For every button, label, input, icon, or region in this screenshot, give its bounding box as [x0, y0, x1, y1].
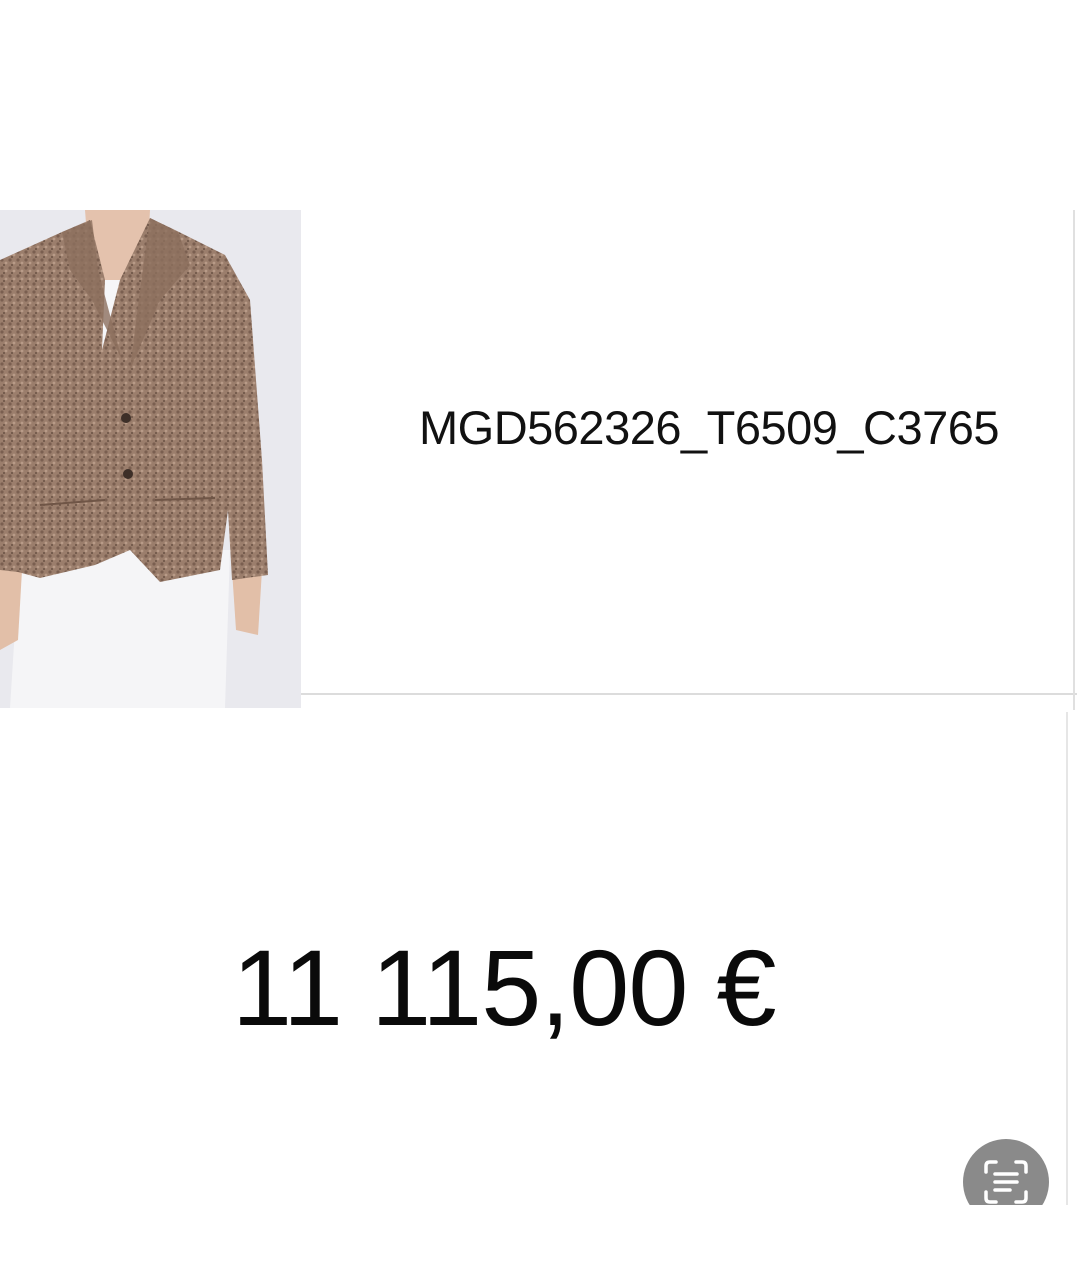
- bottom-area: [0, 1205, 1080, 1280]
- product-page: MGD562326_T6509_C3765 11 115,00 €: [0, 0, 1080, 1280]
- jacket-photo: [0, 210, 301, 708]
- table-divider: [301, 693, 1077, 695]
- product-price: 11 115,00 €: [232, 927, 777, 1048]
- product-image: [0, 210, 301, 708]
- text-scan-icon: [984, 1160, 1028, 1204]
- table-border: [1066, 712, 1068, 1207]
- product-sku: MGD562326_T6509_C3765: [419, 401, 1000, 454]
- table-border: [1073, 210, 1075, 710]
